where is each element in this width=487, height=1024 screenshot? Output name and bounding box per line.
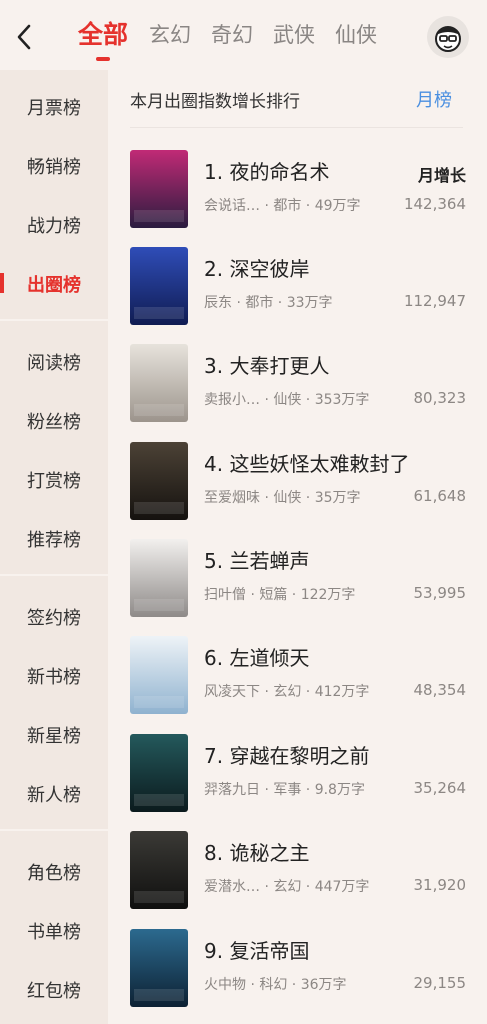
- list-header: 本月出圈指数增长排行 月榜: [130, 70, 463, 128]
- book-meta: 至爱烟味 · 仙侠 · 35万字: [204, 490, 361, 506]
- tab-xuanhuan[interactable]: 玄幻: [149, 0, 191, 70]
- book-cover[interactable]: [130, 636, 188, 714]
- sidebar-item-signed[interactable]: 签约榜: [0, 587, 108, 646]
- book-cover[interactable]: [130, 929, 188, 1007]
- book-title[interactable]: 7. 穿越在黎明之前: [204, 740, 369, 769]
- tab-all[interactable]: 全部: [78, 0, 128, 70]
- book-growth-value: 142,364: [403, 195, 466, 213]
- book-meta: 爱潜水… · 玄幻 · 447万字: [204, 879, 370, 895]
- book-cover[interactable]: [130, 442, 188, 520]
- chevron-left-icon: [17, 24, 31, 50]
- book-title[interactable]: 2. 深空彼岸: [204, 253, 309, 282]
- category-tabs: 全部 玄幻 奇幻 武侠 仙侠: [78, 0, 397, 70]
- book-title[interactable]: 6. 左道倾天: [204, 642, 309, 671]
- tab-qihuan[interactable]: 奇幻: [211, 0, 253, 70]
- book-row[interactable]: 8. 诡秘之主爱潜水… · 玄幻 · 447万字 31,920: [108, 831, 487, 913]
- book-meta: 辰东 · 都市 · 33万字: [204, 295, 333, 311]
- back-button[interactable]: [10, 22, 38, 52]
- book-row[interactable]: 1. 夜的命名术会说话… · 都市 · 49万字 142,364 月增长: [108, 150, 487, 232]
- book-growth-value: 80,323: [413, 389, 467, 407]
- book-row[interactable]: 6. 左道倾天风凌天下 · 玄幻 · 412万字 48,354: [108, 636, 487, 718]
- sidebar-item-red-packet[interactable]: 红包榜: [0, 960, 108, 1019]
- book-cover[interactable]: [130, 734, 188, 812]
- sidebar-item-fans[interactable]: 粉丝榜: [0, 391, 108, 450]
- book-meta: 火中物 · 科幻 · 36万字: [204, 977, 347, 993]
- user-avatar-icon: [435, 26, 461, 52]
- book-meta: 扫叶僧 · 短篇 · 122万字: [204, 587, 356, 603]
- book-meta: 羿落九日 · 军事 · 9.8万字: [204, 782, 365, 798]
- rank-list: 本月出圈指数增长排行 月榜 1. 夜的命名术会说话… · 都市 · 49万字 14…: [108, 70, 487, 1024]
- sidebar-item-booklist[interactable]: 书单榜: [0, 901, 108, 960]
- sidebar-divider: [0, 319, 108, 321]
- sidebar-item-bestseller[interactable]: 畅销榜: [0, 136, 108, 195]
- sidebar-item-new-star[interactable]: 新星榜: [0, 705, 108, 764]
- sidebar-item-newcomer[interactable]: 新人榜: [0, 764, 108, 823]
- rank-sidebar: 月票榜 畅销榜 战力榜 出圈榜 阅读榜 粉丝榜 打赏榜 推荐榜 签约榜 新书榜 …: [0, 70, 108, 1024]
- book-cover[interactable]: [130, 831, 188, 909]
- book-title[interactable]: 8. 诡秘之主: [204, 837, 309, 866]
- book-title[interactable]: 1. 夜的命名术: [204, 156, 329, 185]
- sidebar-item-character[interactable]: 角色榜: [0, 842, 108, 901]
- book-cover[interactable]: [130, 344, 188, 422]
- tab-wuxia[interactable]: 武侠: [273, 0, 315, 70]
- book-title[interactable]: 3. 大奉打更人: [204, 350, 329, 379]
- sidebar-item-recommend[interactable]: 推荐榜: [0, 509, 108, 568]
- book-row[interactable]: 5. 兰若蝉声扫叶僧 · 短篇 · 122万字 53,995: [108, 539, 487, 621]
- period-selector[interactable]: 月榜: [416, 86, 452, 112]
- book-row[interactable]: 4. 这些妖怪太难敕封了至爱烟味 · 仙侠 · 35万字 61,648: [108, 442, 487, 524]
- book-growth-value: 61,648: [413, 487, 467, 505]
- list-title: 本月出圈指数增长排行: [130, 92, 300, 112]
- book-row[interactable]: 2. 深空彼岸辰东 · 都市 · 33万字 112,947: [108, 247, 487, 329]
- top-bar: 全部 玄幻 奇幻 武侠 仙侠: [0, 0, 487, 70]
- book-meta: 风凌天下 · 玄幻 · 412万字: [204, 684, 370, 700]
- book-growth-value: 35,264: [413, 779, 467, 797]
- sidebar-item-reward[interactable]: 打赏榜: [0, 450, 108, 509]
- sidebar-item-breakout[interactable]: 出圈榜: [0, 254, 108, 313]
- book-row[interactable]: 9. 复活帝国火中物 · 科幻 · 36万字 29,155: [108, 929, 487, 1011]
- book-cover[interactable]: [130, 539, 188, 617]
- sidebar-divider: [0, 829, 108, 831]
- sidebar-item-power[interactable]: 战力榜: [0, 195, 108, 254]
- book-meta: 卖报小… · 仙侠 · 353万字: [204, 392, 370, 408]
- book-growth-value: 29,155: [413, 974, 467, 992]
- growth-label: 月增长: [417, 166, 466, 185]
- book-meta: 会说话… · 都市 · 49万字: [204, 198, 361, 214]
- book-growth-value: 48,354: [413, 681, 467, 699]
- sidebar-item-monthly-ticket[interactable]: 月票榜: [0, 77, 108, 136]
- sidebar-item-new-book[interactable]: 新书榜: [0, 646, 108, 705]
- sidebar-divider: [0, 574, 108, 576]
- book-title[interactable]: 5. 兰若蝉声: [204, 545, 309, 574]
- book-cover[interactable]: [130, 247, 188, 325]
- sidebar-item-reading[interactable]: 阅读榜: [0, 332, 108, 391]
- book-growth-value: 53,995: [413, 584, 467, 602]
- book-growth-value: 31,920: [413, 876, 467, 894]
- book-row[interactable]: 3. 大奉打更人卖报小… · 仙侠 · 353万字 80,323: [108, 344, 487, 426]
- book-title[interactable]: 9. 复活帝国: [204, 935, 309, 964]
- book-growth-value: 112,947: [403, 292, 466, 310]
- tab-xianxia[interactable]: 仙侠: [335, 0, 377, 70]
- book-cover[interactable]: [130, 150, 188, 228]
- avatar[interactable]: [427, 16, 469, 58]
- book-title[interactable]: 4. 这些妖怪太难敕封了: [204, 448, 409, 477]
- book-row[interactable]: 7. 穿越在黎明之前羿落九日 · 军事 · 9.8万字 35,264: [108, 734, 487, 816]
